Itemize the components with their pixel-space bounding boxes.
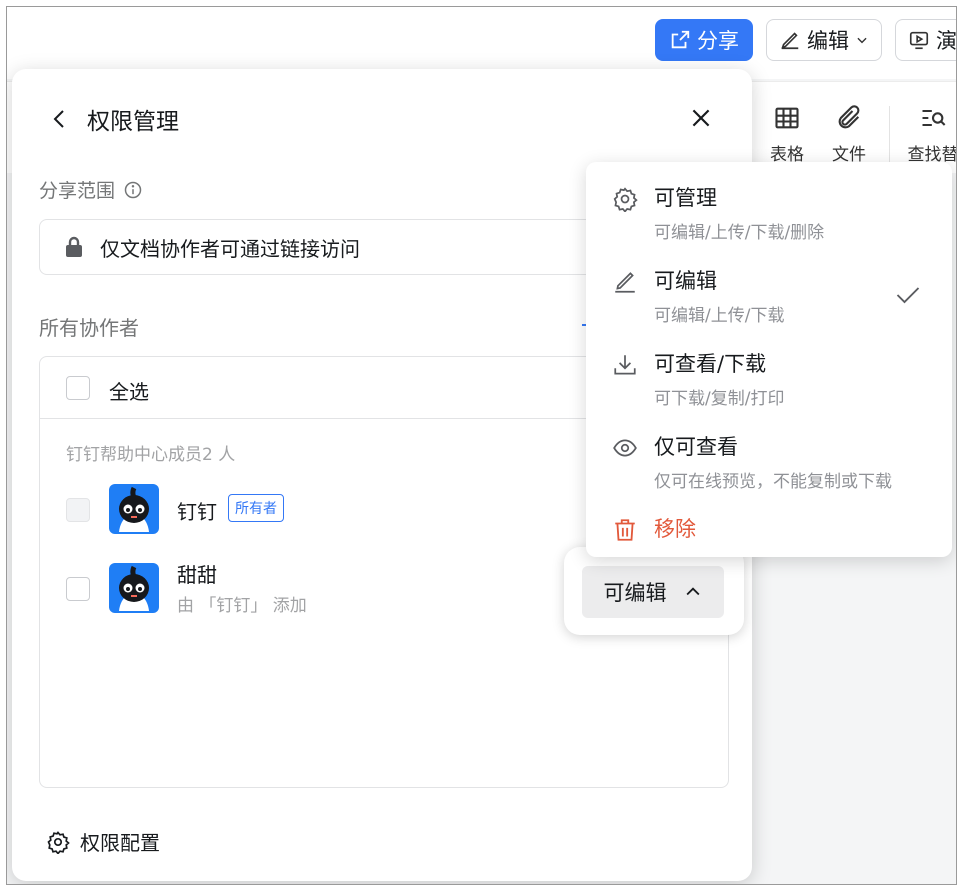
gear-icon [613, 187, 638, 212]
menu-item-edit[interactable]: 可编辑 可编辑/上传/下载 [586, 251, 952, 335]
member-name: 甜甜 [177, 563, 217, 587]
permission-config-label: 权限配置 [80, 831, 160, 855]
select-all-label: 全选 [109, 380, 149, 404]
menu-item-desc: 可编辑/上传/下载/删除 [654, 223, 825, 243]
present-button[interactable]: 演 [895, 19, 957, 61]
menu-item-desc: 仅可在线预览，不能复制或下载 [654, 472, 892, 492]
menu-item-label: 可管理 [654, 186, 717, 210]
menu-item-view-download[interactable]: 可查看/下载 可下载/复制/打印 [586, 334, 952, 418]
check-icon [896, 287, 920, 304]
avatar [109, 484, 159, 534]
permission-config-link[interactable]: 权限配置 [46, 827, 160, 856]
toolbar-table[interactable]: 表格 [757, 104, 817, 165]
chevron-down-icon [857, 37, 867, 44]
lock-icon [66, 236, 82, 257]
edit-button[interactable]: 编辑 [766, 19, 882, 61]
collaborators-title: 所有协作者 [39, 316, 139, 340]
toolbar-file[interactable]: 文件 [819, 104, 879, 165]
share-icon [671, 30, 690, 49]
chevron-up-icon [686, 587, 699, 596]
permission-trigger-label: 可编辑 [603, 581, 667, 605]
permission-dropdown-trigger[interactable]: 可编辑 [582, 566, 724, 618]
menu-item-view-only[interactable]: 仅可查看 仅可在线预览，不能复制或下载 [586, 417, 952, 501]
menu-item-label: 可查看/下载 [654, 352, 767, 376]
member-name: 钉钉 [177, 500, 217, 524]
pencil-icon [781, 32, 799, 50]
group-label: 钉钉帮助中心成员2 人 [66, 445, 236, 465]
present-icon [909, 31, 929, 50]
eye-icon [613, 439, 637, 457]
back-arrow-icon[interactable] [48, 107, 72, 131]
menu-item-manage[interactable]: 可管理 可编辑/上传/下载/删除 [586, 168, 952, 252]
edit-button-label: 编辑 [807, 29, 849, 53]
toolbar-find[interactable]: 查找替 [903, 104, 956, 165]
trash-icon [615, 519, 635, 541]
share-scope-label: 分享范围 [39, 176, 143, 203]
dingtalk-mascot-avatar [109, 484, 159, 534]
close-icon[interactable] [688, 105, 714, 131]
select-all-checkbox[interactable] [66, 376, 90, 400]
share-button[interactable]: 分享 [655, 19, 753, 61]
download-icon [614, 355, 636, 375]
share-scope-text: 分享范围 [39, 180, 116, 202]
dingtalk-mascot-avatar [109, 563, 159, 613]
member-checkbox[interactable] [66, 577, 90, 601]
permission-menu: 可管理 可编辑/上传/下载/删除 可编辑 可编辑/上传/下载 可查看/下载 可下… [586, 162, 952, 557]
app-window: 分享 编辑 演 表格 文件 查找替 权限管理 分享范围 仅文档协作者可通过链接访… [6, 6, 957, 885]
menu-item-desc: 可编辑/上传/下载 [654, 306, 785, 326]
pencil-icon [615, 272, 635, 293]
find-replace-icon [922, 109, 946, 127]
menu-item-remove[interactable]: 移除 [586, 501, 952, 553]
menu-item-label: 可编辑 [654, 269, 717, 293]
menu-item-label: 移除 [654, 517, 696, 541]
member-added-by: 由 「钉钉」 添加 [177, 596, 307, 616]
toolbar-divider [889, 106, 890, 164]
owner-badge: 所有者 [228, 494, 284, 522]
member-checkbox [66, 498, 90, 522]
paperclip-icon [838, 105, 860, 129]
info-icon[interactable] [123, 180, 143, 200]
present-button-label: 演 [936, 29, 957, 53]
table-icon [775, 107, 799, 129]
panel-title: 权限管理 [87, 109, 179, 135]
avatar [109, 563, 159, 613]
share-scope-value: 仅文档协作者可通过链接访问 [100, 236, 360, 261]
gear-icon [47, 830, 70, 854]
menu-item-label: 仅可查看 [654, 435, 738, 459]
menu-item-desc: 可下载/复制/打印 [654, 389, 785, 409]
share-button-label: 分享 [697, 29, 739, 53]
